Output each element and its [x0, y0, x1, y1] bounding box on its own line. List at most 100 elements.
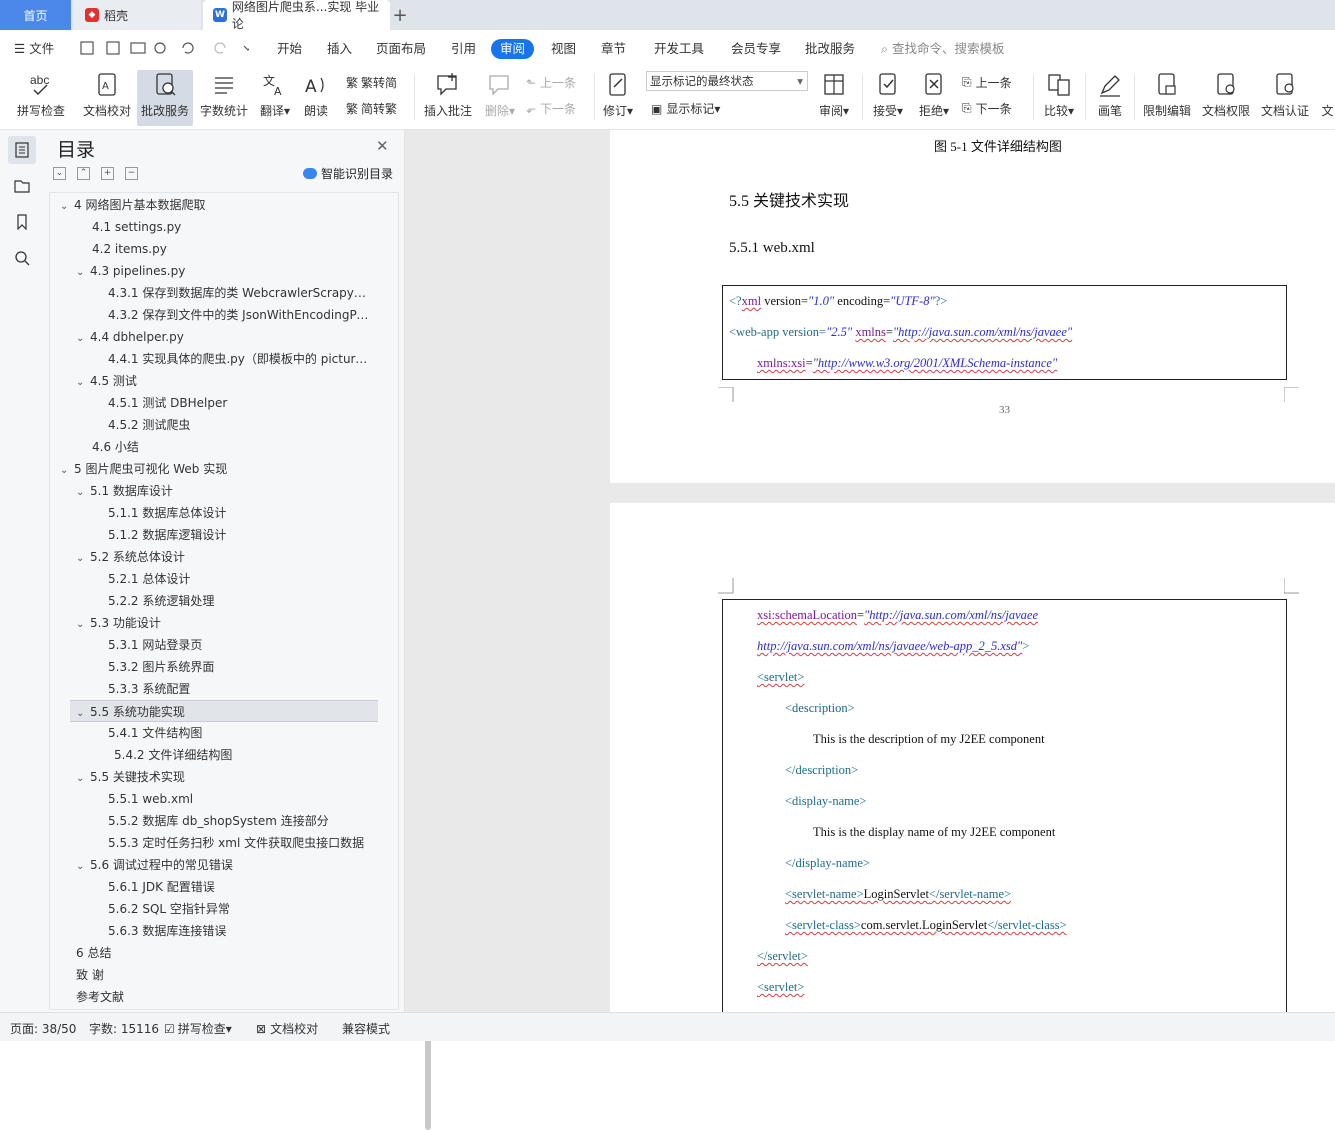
next-change-button[interactable]: ⎘ 下一条: [962, 100, 1012, 117]
collapse-all-icon[interactable]: ⌄: [53, 167, 66, 180]
toc-item[interactable]: 4.5.1 测试 DBHelper: [50, 392, 370, 414]
toc-item[interactable]: 4.2 items.py: [50, 238, 370, 260]
toc-item[interactable]: ⌄ 4 网络图片基本数据爬取: [50, 194, 370, 216]
command-search[interactable]: ⌕ 查找命令、搜索模板: [881, 39, 1005, 59]
toc-item[interactable]: ⌄ 5.1 数据库设计: [50, 480, 370, 502]
ribbon-more-button[interactable]: 文: [1320, 70, 1335, 126]
menu-review-service[interactable]: 批改服务: [805, 39, 855, 59]
toc-item[interactable]: ⌄ 4.5 测试: [50, 370, 370, 392]
reject-button[interactable]: 拒绝▾: [915, 70, 953, 126]
menu-layout[interactable]: 页面布局: [376, 39, 426, 59]
toc-item[interactable]: 4.6 小结: [50, 436, 370, 458]
toc-item[interactable]: 5.2.2 系统逻辑处理: [50, 590, 370, 612]
toc-item[interactable]: 5.3.2 图片系统界面: [50, 656, 370, 678]
toc-item[interactable]: 5.2.1 总体设计: [50, 568, 370, 590]
toc-item[interactable]: ⌄ 5.3 功能设计: [50, 612, 370, 634]
close-icon[interactable]: ✕: [376, 137, 389, 155]
toc-item[interactable]: 致 谢: [50, 964, 370, 986]
chevron-down-icon[interactable]: ⌄: [76, 768, 90, 788]
toc-item[interactable]: 5.6.1 JDK 配置错误: [50, 876, 370, 898]
menu-reference[interactable]: 引用: [451, 39, 476, 59]
quick-access-icons[interactable]: [79, 39, 253, 59]
markup-state-select[interactable]: 显示标记的最终状态 ▾: [646, 71, 808, 91]
toc-item[interactable]: 5.1.2 数据库逻辑设计: [50, 524, 370, 546]
doc-proof-button[interactable]: A 文档校对: [80, 70, 134, 126]
menu-chapter[interactable]: 章节: [601, 39, 626, 59]
toc-item[interactable]: 5.5.2 数据库 db_shopSystem 连接部分: [50, 810, 370, 832]
toc-item[interactable]: 5.6.3 数据库连接错误: [50, 920, 370, 942]
bookmark-icon[interactable]: [8, 208, 36, 236]
chevron-down-icon[interactable]: ⌄: [76, 856, 90, 876]
tab-home[interactable]: 首页: [0, 0, 71, 30]
proof-status[interactable]: ⊠ 文档校对: [256, 1020, 318, 1037]
translate-button[interactable]: 文A 翻译▾: [257, 70, 293, 126]
menu-review[interactable]: 审阅: [491, 39, 535, 59]
smart-toc-button[interactable]: 智能识别目录: [303, 165, 393, 182]
chevron-down-icon[interactable]: ⌄: [76, 703, 90, 721]
toc-item[interactable]: 5.3.3 系统配置: [50, 678, 370, 700]
toc-item[interactable]: 参考文献: [50, 986, 370, 1008]
spell-check-status[interactable]: ☑ 拼写检查 ▾: [164, 1020, 232, 1037]
menu-insert[interactable]: 插入: [327, 39, 352, 59]
file-menu[interactable]: ☰ 文件: [14, 39, 54, 59]
spell-check-button[interactable]: abc 拼写检查: [10, 70, 72, 126]
prev-change-button[interactable]: ⎘ 上一条: [962, 74, 1012, 91]
toc-item[interactable]: 4.1 settings.py: [50, 216, 370, 238]
expand-up-icon[interactable]: ⌃: [77, 167, 90, 180]
trad-to-simp-button[interactable]: 繁繁转简: [346, 74, 397, 91]
chevron-down-icon[interactable]: ⌄: [76, 548, 90, 568]
chevron-down-icon[interactable]: ⌄: [76, 262, 90, 282]
menu-devtools[interactable]: 开发工具: [654, 39, 704, 59]
revise-button[interactable]: 修订▾: [600, 70, 636, 126]
outline-panel-icon[interactable]: [8, 172, 36, 200]
insert-comment-button[interactable]: 插入批注: [422, 70, 474, 126]
chevron-down-icon[interactable]: ⌄: [60, 196, 74, 216]
toc-item[interactable]: 4.5.2 测试爬虫: [50, 414, 370, 436]
toc-item[interactable]: 5.5.3 定时任务扫秒 xml 文件获取爬虫接口数据: [50, 832, 370, 854]
toc-item[interactable]: 5.1.1 数据库总体设计: [50, 502, 370, 524]
simp-to-trad-button[interactable]: 繁简转繁: [346, 100, 397, 117]
read-aloud-button[interactable]: A 朗读: [301, 70, 331, 126]
tab-document[interactable]: W 网络图片爬虫系...实现 毕业论: [203, 0, 390, 31]
chevron-down-icon[interactable]: ⌄: [76, 372, 90, 392]
remove-heading-icon[interactable]: −: [125, 167, 138, 180]
toc-item[interactable]: 5.3.1 网站登录页: [50, 634, 370, 656]
toc-item[interactable]: ⌄ 4.4 dbhelper.py: [50, 326, 370, 348]
toc-item[interactable]: 5.4.2 文件详细结构图: [50, 744, 370, 766]
compare-button[interactable]: 比较▾: [1040, 70, 1078, 126]
chevron-down-icon[interactable]: ⌄: [60, 460, 74, 480]
toc-item[interactable]: ⌄ 5.5 系统功能实现: [70, 700, 378, 722]
prev-comment-button[interactable]: ⬑ 上一条: [526, 74, 576, 91]
delete-comment-button[interactable]: 删除▾: [482, 70, 518, 126]
next-comment-button[interactable]: ⬐ 下一条: [526, 100, 576, 117]
toc-item[interactable]: ⌄ 5.5 关键技术实现: [50, 766, 370, 788]
chevron-down-icon[interactable]: ⌄: [76, 482, 90, 502]
add-heading-icon[interactable]: +: [101, 167, 114, 180]
quick-access-toolbar-icons[interactable]: [79, 39, 253, 57]
doc-permission-button[interactable]: 文档权限: [1199, 70, 1253, 126]
toc-panel-icon[interactable]: [8, 136, 36, 164]
word-count-button[interactable]: 字数统计: [199, 70, 249, 126]
new-tab-icon[interactable]: +: [392, 0, 408, 30]
toc-item[interactable]: ⌄ 5 图片爬虫可视化 Web 实现: [50, 458, 370, 480]
toc-item[interactable]: ⌄ 5.6 调试过程中的常见错误: [50, 854, 370, 876]
page-indicator[interactable]: 页面: 38/50: [10, 1020, 76, 1037]
toc-item[interactable]: 5.5.1 web.xml: [50, 788, 370, 810]
review-service-button[interactable]: 批改服务: [137, 70, 193, 126]
toc-item[interactable]: ⌄ 5.2 系统总体设计: [50, 546, 370, 568]
toc-item[interactable]: 4.4.1 实现具体的爬虫.py（即模板中的 picture ...: [50, 348, 370, 370]
tab-daoke[interactable]: ◆ 稻壳: [73, 0, 201, 30]
toc-item[interactable]: 5.6.2 SQL 空指针异常: [50, 898, 370, 920]
toc-item[interactable]: 5.4.1 文件结构图: [50, 722, 370, 744]
restrict-edit-button[interactable]: 限制编辑: [1140, 70, 1194, 126]
menu-start[interactable]: 开始: [277, 39, 302, 59]
toc-item[interactable]: 6 总结: [50, 942, 370, 964]
doc-cert-button[interactable]: 文档认证: [1258, 70, 1312, 126]
word-count-indicator[interactable]: 字数: 15116: [89, 1020, 159, 1037]
chevron-down-icon[interactable]: ⌄: [76, 614, 90, 634]
chevron-down-icon[interactable]: ⌄: [76, 328, 90, 348]
review-pane-button[interactable]: 审阅▾: [815, 70, 853, 126]
accept-button[interactable]: 接受▾: [869, 70, 907, 126]
toc-item[interactable]: 4.3.2 保存到文件中的类 JsonWithEncodingPi ...: [50, 304, 370, 326]
pen-button[interactable]: 画笔: [1093, 70, 1127, 126]
